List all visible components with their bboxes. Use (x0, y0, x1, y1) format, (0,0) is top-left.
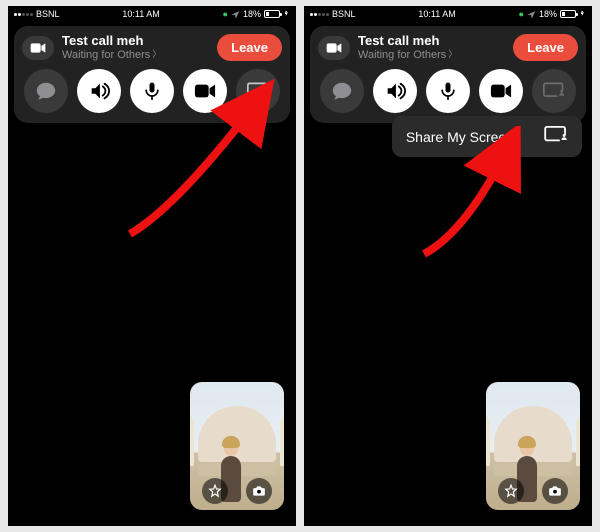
share-my-screen-menu-item[interactable]: Share My Screen (392, 116, 582, 157)
self-view-thumbnail[interactable] (190, 382, 284, 510)
share-my-screen-label: Share My Screen (406, 129, 514, 145)
chevron-right-icon: 〉 (448, 50, 457, 60)
camera-toggle-button[interactable] (479, 69, 523, 113)
messages-button[interactable] (320, 69, 364, 113)
status-left: BSNL (310, 9, 356, 19)
leave-button[interactable]: Leave (217, 34, 282, 61)
signal-dots-icon (310, 13, 329, 16)
panel-header: Test call meh Waiting for Others 〉 Leave (22, 34, 282, 61)
effects-button[interactable] (498, 478, 524, 504)
effects-button[interactable] (202, 478, 228, 504)
call-panel: Test call meh Waiting for Others 〉 Leave (310, 26, 586, 123)
charging-icon (284, 9, 290, 20)
clock: 10:11 AM (418, 9, 455, 19)
leave-button[interactable]: Leave (513, 34, 578, 61)
mute-button[interactable] (426, 69, 470, 113)
battery-icon (560, 10, 576, 18)
call-title: Test call meh (62, 34, 209, 48)
chevron-right-icon: 〉 (152, 50, 161, 60)
panel-header: Test call meh Waiting for Others 〉 Leave (318, 34, 578, 61)
call-title-wrap[interactable]: Test call meh Waiting for Others 〉 (62, 34, 209, 60)
call-subtitle: Waiting for Others 〉 (62, 49, 209, 61)
battery-pct: 18% (243, 9, 261, 19)
location-icon (231, 10, 240, 19)
controls-row (22, 69, 282, 113)
location-icon (527, 10, 536, 19)
charging-icon (580, 9, 586, 20)
messages-button[interactable] (24, 69, 68, 113)
status-right: ● 18% (223, 9, 290, 20)
clock: 10:11 AM (122, 9, 159, 19)
call-title-wrap[interactable]: Test call meh Waiting for Others 〉 (358, 34, 505, 60)
status-bar: BSNL 10:11 AM ● 18% (304, 6, 592, 22)
carrier-label: BSNL (36, 9, 60, 19)
speaker-button[interactable] (77, 69, 121, 113)
status-right: ● 18% (519, 9, 586, 20)
battery-pct: 18% (539, 9, 557, 19)
camera-toggle-button[interactable] (183, 69, 227, 113)
controls-row (318, 69, 578, 113)
do-not-disturb-icon: ● (519, 9, 524, 19)
do-not-disturb-icon: ● (223, 9, 228, 19)
capture-button[interactable] (542, 478, 568, 504)
call-panel: Test call meh Waiting for Others 〉 Leave (14, 26, 290, 123)
battery-icon (264, 10, 280, 18)
call-subtitle: Waiting for Others 〉 (358, 49, 505, 61)
status-left: BSNL (14, 9, 60, 19)
signal-dots-icon (14, 13, 33, 16)
phone-screenshot-left: BSNL 10:11 AM ● 18% Test (8, 6, 296, 526)
stage: BSNL 10:11 AM ● 18% Test (0, 0, 600, 532)
mute-button[interactable] (130, 69, 174, 113)
share-screen-button[interactable] (236, 69, 280, 113)
self-view-thumbnail[interactable] (486, 382, 580, 510)
share-screen-button[interactable] (532, 69, 576, 113)
call-title: Test call meh (358, 34, 505, 48)
status-bar: BSNL 10:11 AM ● 18% (8, 6, 296, 22)
call-subtitle-text: Waiting for Others (358, 49, 446, 61)
facetime-icon (318, 36, 350, 60)
facetime-icon (22, 36, 54, 60)
speaker-button[interactable] (373, 69, 417, 113)
carrier-label: BSNL (332, 9, 356, 19)
call-subtitle-text: Waiting for Others (62, 49, 150, 61)
phone-screenshot-right: BSNL 10:11 AM ● 18% Test (304, 6, 592, 526)
capture-button[interactable] (246, 478, 272, 504)
share-screen-icon (544, 126, 568, 147)
